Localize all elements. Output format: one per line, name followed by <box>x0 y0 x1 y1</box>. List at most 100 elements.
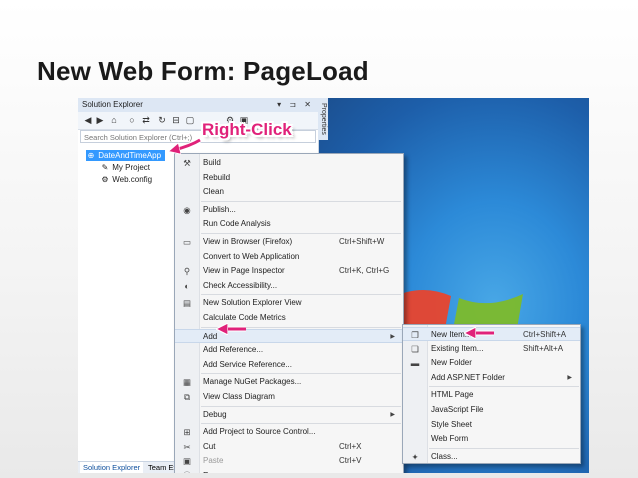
menu-item-label: Build <box>203 158 221 167</box>
vs-screenshot: Solution Explorer ▾ ⊐ ✕ ◀ ▶ ⌂ ○ ⇄ ↻ ⊟ ▢ … <box>78 98 589 473</box>
menu-item-shortcut: Ctrl+Shift+A <box>523 330 567 339</box>
menu-item-label: HTML Page <box>431 390 474 400</box>
menu-item-label: Paste <box>203 456 224 466</box>
menu-separator <box>201 200 401 202</box>
menu-item-add-asp-net-folder[interactable]: Add ASP.NET Folder ▶ <box>403 371 580 385</box>
tab-solution-explorer[interactable]: Solution Explorer <box>80 462 144 473</box>
menu-item-label: Clean <box>203 187 224 197</box>
menu-item-label: Add ASP.NET Folder <box>431 372 505 382</box>
menu-item-rebuild[interactable]: Rebuild <box>175 171 403 185</box>
menu-item-debug[interactable]: Debug ▶ <box>175 408 403 422</box>
tree-item-web-config[interactable]: ⚙ Web.config <box>100 174 152 185</box>
menu-item-paste[interactable]: ▣ Paste Ctrl+V <box>175 454 403 468</box>
menu-separator <box>201 233 401 234</box>
menu-item-check-accessibility[interactable]: ◐ Check Accessibility... <box>175 279 403 293</box>
existing-item-icon: ❏ <box>411 343 419 354</box>
menu-item-shortcut: Shift+Alt+A <box>523 343 564 353</box>
menu-item-manage-nuget-packages[interactable]: ▦ Manage NuGet Packages... <box>175 375 403 389</box>
sync-icon[interactable]: ⇄ <box>140 114 152 126</box>
menu-item-rename[interactable]: Ⓘ Rename <box>175 469 403 473</box>
scissors-icon: ✂ <box>183 441 191 452</box>
menu-item-label: Existing Item... <box>431 343 484 353</box>
menu-item-label: Style Sheet <box>431 419 472 429</box>
rename-icon: Ⓘ <box>181 469 193 473</box>
menu-item-shortcut: Ctrl+Shift+W <box>339 237 385 246</box>
menu-separator <box>201 405 401 407</box>
menu-item-label: Add <box>203 331 218 341</box>
submenu-arrow-icon: ▶ <box>390 411 395 418</box>
class-icon: ✦ <box>411 451 419 462</box>
menu-item-clean[interactable]: Clean <box>175 185 403 199</box>
menu-item-new-solution-explorer-view[interactable]: ▤ New Solution Explorer View <box>175 296 403 310</box>
wrench-icon: ✎ <box>101 163 109 172</box>
menu-item-label: View in Browser (Firefox) <box>203 237 293 246</box>
menu-item-new-item[interactable]: ❐ New Item... Ctrl+Shift+A <box>403 327 580 341</box>
menu-item-new-folder[interactable]: ▬ New Folder <box>403 356 580 370</box>
collapse-all-icon[interactable]: ⊟ <box>170 114 182 126</box>
tree-item-project[interactable]: ⊕ DateAndTimeApp <box>86 150 166 161</box>
menu-item-run-code-analysis[interactable]: Run Code Analysis <box>175 217 403 231</box>
menu-item-existing-item[interactable]: ❏ Existing Item... Shift+Alt+A <box>403 342 580 356</box>
folder-icon: ▬ <box>410 358 420 369</box>
project-context-menu: ⚒ Build Rebuild Clean ◉ Publish... Run Code An… <box>174 153 404 473</box>
page-inspector-icon: ⚲ <box>183 266 191 277</box>
menu-item-add[interactable]: Add ▶ <box>175 328 403 343</box>
menu-item-publish[interactable]: ◉ Publish... <box>175 203 403 217</box>
menu-item-label: Check Accessibility... <box>203 280 278 290</box>
new-item-icon: ❐ <box>411 330 419 340</box>
properties-side-tab[interactable]: Properties <box>318 98 328 140</box>
tree-item-label: Web.config <box>112 175 153 184</box>
menu-separator <box>201 326 401 328</box>
menu-item-label: Convert to Web Application <box>203 251 300 261</box>
menu-item-label: Rebuild <box>203 172 231 182</box>
menu-item-label: View in Page Inspector <box>203 266 285 276</box>
menu-item-label: Manage NuGet Packages... <box>203 377 302 387</box>
forward-icon[interactable]: ▶ <box>94 114 106 126</box>
refresh-icon[interactable]: ↻ <box>156 114 168 126</box>
add-submenu: ❐ New Item... Ctrl+Shift+A ❏ Existing Item..… <box>402 324 581 464</box>
menu-item-html-page[interactable]: HTML Page <box>403 388 580 402</box>
show-all-files-icon[interactable]: ▢ <box>184 114 196 126</box>
menu-item-add-service-reference[interactable]: Add Service Reference... <box>175 358 403 372</box>
menu-item-label: Debug <box>203 409 227 419</box>
menu-item-label: New Folder <box>431 358 472 368</box>
menu-item-label: Class... <box>431 451 458 461</box>
menu-item-calculate-code-metrics[interactable]: Calculate Code Metrics <box>175 311 403 325</box>
menu-item-add-project-to-source-control[interactable]: ⊞ Add Project to Source Control... <box>175 425 403 439</box>
solution-explorer-title: Solution Explorer <box>82 100 143 109</box>
class-diagram-icon: ⧉ <box>183 392 191 402</box>
accessibility-icon: ◐ <box>184 280 190 291</box>
menu-item-label: Add Reference... <box>203 345 264 355</box>
menu-item-label: New Item... <box>431 330 472 339</box>
menu-item-cut[interactable]: ✂ Cut Ctrl+X <box>175 440 403 454</box>
menu-item-javascript-file[interactable]: JavaScript File <box>403 403 580 417</box>
menu-item-build[interactable]: ⚒ Build <box>175 156 403 170</box>
menu-item-label: Cut <box>203 441 216 451</box>
menu-separator <box>429 386 579 388</box>
back-icon[interactable]: ◀ <box>82 114 94 126</box>
menu-item-class[interactable]: ✦ Class... <box>403 450 580 464</box>
tree-item-my-project[interactable]: ✎ My Project <box>100 162 150 173</box>
menu-item-web-form[interactable]: Web Form <box>403 432 580 446</box>
pending-changes-icon[interactable]: ○ <box>126 114 138 126</box>
menu-separator <box>201 423 401 425</box>
globe-project-icon: ⊕ <box>87 151 95 160</box>
slide-title: New Web Form: PageLoad <box>37 56 369 86</box>
publish-globe-icon: ◉ <box>183 204 191 215</box>
menu-item-view-in-browser-firefox[interactable]: ▭ View in Browser (Firefox) Ctrl+Shift+W <box>175 235 403 249</box>
menu-item-style-sheet[interactable]: Style Sheet <box>403 418 580 432</box>
menu-item-add-reference[interactable]: Add Reference... <box>175 343 403 357</box>
menu-item-view-in-page-inspector[interactable]: ⚲ View in Page Inspector Ctrl+K, Ctrl+G <box>175 264 403 278</box>
source-control-icon: ⊞ <box>183 427 191 438</box>
tree-item-label: My Project <box>112 163 151 172</box>
menu-item-label: Publish... <box>203 204 236 214</box>
nuget-icon: ▦ <box>182 377 192 388</box>
solution-view-icon: ▤ <box>182 298 192 309</box>
menu-item-convert-to-web-application[interactable]: Convert to Web Application <box>175 250 403 264</box>
panel-window-controls[interactable]: ▾ ⊐ ✕ <box>277 98 314 112</box>
menu-item-view-class-diagram[interactable]: ⧉ View Class Diagram <box>175 390 403 404</box>
home-icon[interactable]: ⌂ <box>108 114 120 126</box>
menu-item-label: Web Form <box>431 434 469 444</box>
paste-icon: ▣ <box>182 456 192 467</box>
tab-team-explorer[interactable]: Team Ex <box>148 462 177 473</box>
